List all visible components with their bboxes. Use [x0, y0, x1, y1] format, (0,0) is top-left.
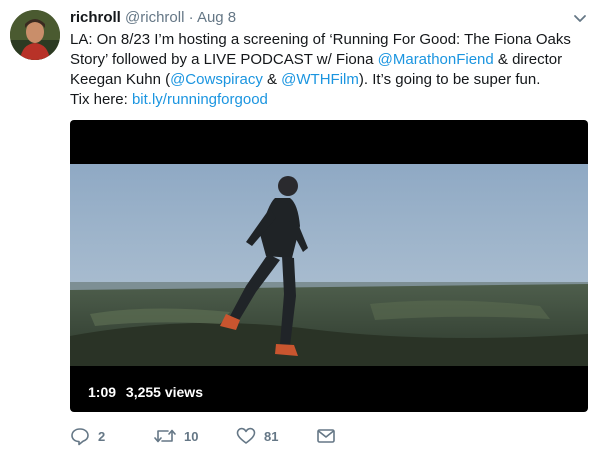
envelope-icon [317, 429, 335, 443]
chevron-down-icon[interactable] [570, 8, 590, 28]
reply-button[interactable]: 2 [70, 425, 105, 447]
reply-count: 2 [98, 428, 106, 444]
like-button[interactable]: 81 [236, 425, 278, 447]
reply-icon [71, 428, 89, 446]
tweet-text: LA: On 8/23 I’m hosting a screening of ‘… [70, 30, 575, 110]
tweet-header: richroll @richroll · Aug 8 [70, 8, 236, 28]
tweet-line-1: LA: On 8/23 I’m hosting a screening of ‘… [70, 31, 571, 48]
avatar-photo [10, 10, 60, 60]
video-stats-badge: 1:09 3,255 views [80, 379, 211, 405]
header-separator: · [188, 9, 194, 26]
direct-message-button[interactable] [316, 425, 336, 447]
video-player[interactable]: 1:09 3,255 views [70, 120, 588, 412]
video-views: 3,255 views [125, 384, 203, 400]
tweet-line-3: Keegan Kuhn (@Cowspiracy & @WTHFilm). It… [70, 71, 541, 88]
tweet-line-2: Story’ followed by a LIVE PODCAST w/ Fio… [70, 51, 563, 68]
heart-icon [236, 427, 256, 444]
author-name[interactable]: richroll [70, 9, 121, 26]
timestamp[interactable]: Aug 8 [197, 9, 236, 26]
like-count: 81 [264, 428, 279, 444]
mention-wthfilm[interactable]: @WTHFilm [281, 71, 359, 88]
avatar[interactable] [10, 10, 60, 60]
video-frame [70, 164, 588, 366]
retweet-icon [154, 429, 176, 443]
video-duration: 1:09 [88, 384, 117, 400]
mention-cowspiracy[interactable]: @Cowspiracy [170, 71, 263, 88]
tix-link[interactable]: bit.ly/runningforgood [132, 91, 268, 108]
retweet-button[interactable]: 10 [154, 425, 198, 447]
tweet-line-4: Tix here: bit.ly/runningforgood [70, 91, 268, 108]
retweet-count: 10 [184, 428, 199, 444]
mention-marathonfiend[interactable]: @MarathonFiend [378, 51, 494, 68]
author-handle[interactable]: @richroll [125, 9, 184, 26]
